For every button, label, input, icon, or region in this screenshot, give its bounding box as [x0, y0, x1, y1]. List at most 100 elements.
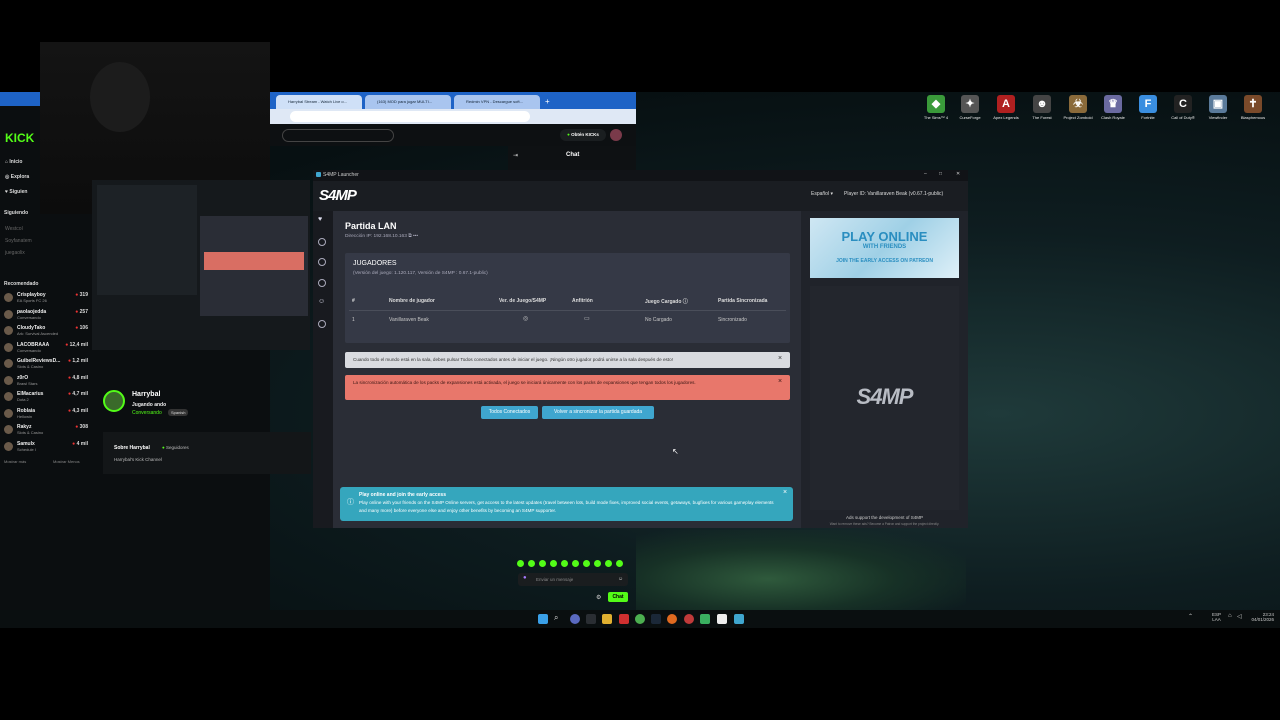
desktop-shortcut[interactable]: C Call of Duty® — [1166, 95, 1200, 120]
close-warning-icon[interactable]: × — [778, 355, 782, 362]
player-id: Player ID: Vanillaraven Beak (v0.67.1-pu… — [844, 191, 944, 197]
warning-alert: Cuando todo el mundo está en la sala, de… — [345, 352, 790, 368]
recommended-channel[interactable]: z0rO Brawl Stars ● 4,8 mil — [4, 375, 88, 389]
tray-chevron-icon[interactable]: ⌃ — [1188, 613, 1193, 620]
clock[interactable]: 23:24 04/01/2026 — [1250, 612, 1274, 622]
stream-language-tag[interactable]: Spanish — [168, 409, 189, 416]
recommended-channel[interactable]: LACOBRAAA Conversando ● 12,4 mil — [4, 342, 88, 356]
recommended-channel[interactable]: Rakyz Slots & Casino ● 308 — [4, 424, 88, 438]
get-kicks-button[interactable]: ● Obtén KICKs — [560, 129, 606, 141]
origin-icon[interactable] — [684, 614, 694, 624]
recommended-channel[interactable]: ElMacarius Dota 2 ● 4,7 mil — [4, 391, 88, 405]
browser-tab[interactable]: Harrybal Stream - Watch Live o... — [276, 95, 362, 109]
desktop-shortcut[interactable]: ✦ CurseForge — [953, 95, 987, 120]
s4mp-taskbar-icon[interactable] — [734, 614, 744, 624]
viewer-count: ● 257 — [75, 308, 88, 315]
following-item[interactable]: Soyfanatem — [5, 235, 32, 247]
recommended-channel[interactable]: CloudyTako Ark: Survival Ascended ● 106 — [4, 325, 88, 339]
app-green-icon[interactable] — [700, 614, 710, 624]
viewfinder-icon: ▣ — [1209, 95, 1227, 113]
settings-gear-icon[interactable] — [318, 320, 326, 328]
following-item[interactable]: Westcol — [5, 223, 32, 235]
settings-icon[interactable]: ⚙ — [596, 594, 601, 601]
users-icon[interactable]: ☺ — [318, 298, 325, 305]
show-less-link[interactable]: Mostrar Menos — [53, 459, 80, 464]
language-select[interactable]: Español ▾ — [811, 191, 833, 197]
recommended-channel[interactable]: Samulx Schedule I ● 4 mil — [4, 441, 88, 455]
desktop-shortcut[interactable]: ♛ Clash Royale — [1096, 95, 1130, 120]
maximize-icon[interactable]: □ — [939, 171, 942, 177]
chrome-icon[interactable] — [635, 614, 645, 624]
network-icon[interactable]: ⌂ — [1228, 613, 1232, 619]
recommended-channel[interactable]: Roblaia Hellowin ● 4,3 mil — [4, 408, 88, 422]
curseforge-icon: ✦ — [961, 95, 979, 113]
stream-title: Jugando ando — [132, 402, 167, 408]
new-tab-icon[interactable]: + — [545, 97, 550, 106]
desktop-shortcut-label: Viewfinder — [1208, 115, 1228, 120]
desktop-shortcut[interactable]: ▣ Viewfinder — [1201, 95, 1235, 120]
ad-banner[interactable]: PLAY ONLINE WITH FRIENDS JOIN THE EARLY … — [810, 218, 959, 278]
kick-search-input[interactable] — [282, 129, 394, 142]
globe-icon[interactable] — [318, 279, 326, 287]
nav-inicio[interactable]: ⌂ Inicio — [5, 155, 29, 170]
kick-logo[interactable]: KICK — [5, 131, 34, 145]
app-white-icon[interactable] — [717, 614, 727, 624]
volume-icon[interactable]: ◁ — [1237, 613, 1242, 620]
streamer-avatar[interactable] — [103, 390, 125, 412]
chat-send-button[interactable]: Chat — [608, 592, 628, 602]
ad-line3: JOIN THE EARLY ACCESS ON PATREON — [836, 258, 933, 264]
promo-banner: ⓘ Play online and join the early access … — [340, 487, 793, 521]
desktop-shortcut[interactable]: F Fortnite — [1131, 95, 1165, 120]
start-icon[interactable] — [538, 614, 548, 624]
recommended-channel[interactable]: GuibelReviewsD... Slots & Casino ● 1,2 mil — [4, 358, 88, 372]
more-icon[interactable]: ••• — [413, 234, 418, 239]
chat-input[interactable]: ● Enviar un mensaje ☺ — [518, 573, 628, 586]
address-bar[interactable] — [290, 111, 530, 122]
input-language[interactable]: ESP LAA — [1212, 612, 1221, 622]
channel-category: Slots & Casino — [17, 430, 44, 435]
copy-icon[interactable]: ⧉ — [408, 234, 411, 239]
minimize-icon[interactable]: – — [924, 171, 927, 177]
explorer-icon[interactable] — [602, 614, 612, 624]
history-icon[interactable] — [318, 258, 326, 266]
help-icon[interactable]: ⓘ — [683, 299, 688, 305]
streamer-name[interactable]: Harrybal — [132, 391, 160, 398]
webcam-person — [90, 62, 150, 132]
search-icon[interactable]: ⌕ — [554, 613, 558, 623]
user-avatar[interactable] — [610, 129, 622, 141]
desktop-shortcut[interactable]: ☻ The Forest — [1025, 95, 1059, 120]
channel-category: Dota 2 — [17, 397, 29, 402]
stream-category[interactable]: Conversando — [132, 410, 162, 416]
nav-siguiendo[interactable]: ♥ Siguien — [5, 185, 29, 200]
collapse-chat-icon[interactable]: ⇥ — [513, 152, 518, 159]
desktop-shortcut[interactable]: ✝ Blasphemous — [1236, 95, 1270, 120]
close-promo-icon[interactable]: × — [783, 489, 787, 496]
remove-ads-text[interactable]: Want to remove these ads? Become a Patro… — [801, 522, 968, 526]
recommended-channel[interactable]: paolaojedda Conversando ● 257 — [4, 309, 88, 323]
close-error-icon[interactable]: × — [778, 378, 782, 385]
following-item[interactable]: juegaolix — [5, 247, 32, 259]
all-connected-button[interactable]: Todos Conectados — [481, 406, 538, 419]
emoji-icon[interactable]: ☺ — [618, 576, 623, 582]
taskview-icon[interactable] — [586, 614, 596, 624]
viewer-count: ● 4 mil — [72, 440, 88, 447]
copilot-icon[interactable] — [570, 614, 580, 624]
app-red-icon[interactable] — [619, 614, 629, 624]
show-more-link[interactable]: Mostrar más — [4, 459, 26, 464]
close-icon[interactable]: ✕ — [956, 171, 960, 177]
info-icon[interactable] — [318, 238, 326, 246]
browser-tab[interactable]: (163) MOD para jugar MULTI... — [365, 95, 451, 109]
resync-save-button[interactable]: Volver a sincronizar la partida guardada — [542, 406, 654, 419]
desktop-shortcut[interactable]: A Apex Legends — [989, 95, 1023, 120]
channel-avatar — [4, 359, 13, 368]
steam-icon[interactable] — [651, 614, 661, 624]
app-orange-icon[interactable] — [667, 614, 677, 624]
desktop-shortcut-label: Apex Legends — [993, 115, 1019, 120]
desktop-shortcut[interactable]: ☣ Project Zomboid — [1061, 95, 1095, 120]
favorites-icon[interactable]: ♥ — [318, 216, 322, 223]
browser-tab[interactable]: Redmin VPN - Descargue soft... — [454, 95, 540, 109]
mic-icon[interactable]: ● — [523, 575, 527, 581]
recommended-channel[interactable]: Crisplayboy EA Sports FC 26 ● 319 — [4, 292, 88, 306]
desktop-shortcut[interactable]: ◆ The Sims™ 4 — [919, 95, 953, 120]
nav-explora[interactable]: ◎ Explora — [5, 170, 29, 185]
